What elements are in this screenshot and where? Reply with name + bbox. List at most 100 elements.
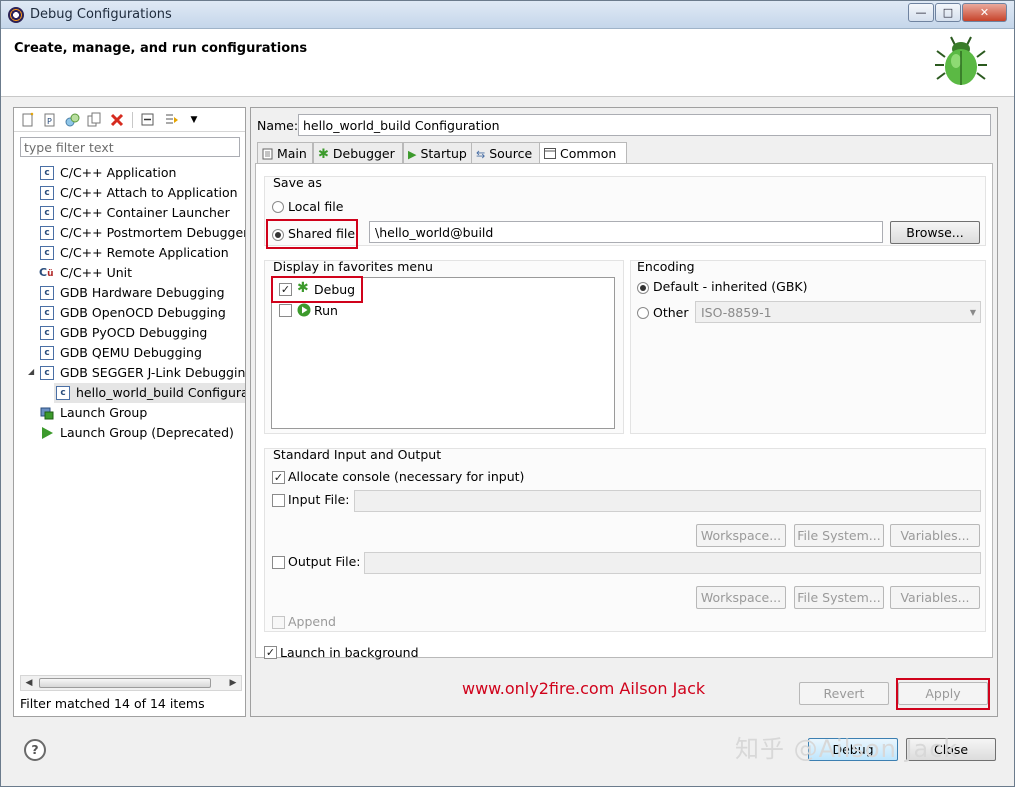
- tree-item-gdb-openocd[interactable]: c GDB OpenOCD Debugging: [14, 303, 245, 323]
- toolbar-separator: [132, 112, 133, 128]
- local-file-radio[interactable]: [272, 201, 284, 213]
- c-file-icon: c: [40, 286, 54, 300]
- view-menu-icon[interactable]: ▼: [186, 112, 202, 128]
- close-window-button[interactable]: ✕: [962, 3, 1007, 22]
- run-favorite-checkbox[interactable]: [279, 304, 292, 317]
- duplicate-icon[interactable]: [86, 112, 102, 128]
- encoding-title: Encoding: [637, 259, 695, 274]
- c-file-icon: c: [40, 206, 54, 220]
- input-file-label: Input File:: [288, 492, 350, 507]
- input-workspace-button[interactable]: Workspace...: [696, 524, 786, 547]
- common-tab-body: Save as Local file Shared file: \hello_w…: [255, 163, 993, 660]
- maximize-button[interactable]: □: [935, 3, 961, 22]
- dialog-header-title: Create, manage, and run configurations: [14, 41, 308, 56]
- collapse-all-icon[interactable]: [140, 112, 156, 128]
- filter-input[interactable]: type filter text: [20, 137, 240, 157]
- tree-item-label: C/C++ Postmortem Debugger: [60, 225, 245, 240]
- launch-background-label: Launch in background: [280, 645, 419, 660]
- tab-source[interactable]: ⇆ Source: [471, 142, 541, 164]
- debug-bug-icon: [935, 36, 987, 85]
- config-editor-panel: Name: hello_world_build Configuration Ma…: [250, 107, 998, 717]
- expand-arrow-icon[interactable]: ◢: [28, 367, 34, 376]
- allocate-console-label: Allocate console (necessary for input): [288, 469, 525, 484]
- other-encoding-value: ISO-8859-1: [701, 305, 772, 320]
- tree-item-cpp-remote[interactable]: c C/C++ Remote Application: [14, 243, 245, 263]
- browse-button[interactable]: Browse...: [890, 221, 980, 244]
- delete-icon[interactable]: [109, 112, 125, 128]
- tree-item-gdb-qemu[interactable]: c GDB QEMU Debugging: [14, 343, 245, 363]
- append-checkbox[interactable]: [272, 616, 285, 629]
- c-file-icon: c: [40, 346, 54, 360]
- highlight-box: [896, 678, 990, 710]
- shared-file-input[interactable]: \hello_world@build: [369, 221, 883, 243]
- help-icon[interactable]: ?: [24, 739, 46, 761]
- output-workspace-button[interactable]: Workspace...: [696, 586, 786, 609]
- scrollbar-thumb[interactable]: [39, 678, 211, 688]
- tree-item-launch-group[interactable]: Launch Group: [14, 403, 245, 423]
- tree-item-gdb-segger-jlink[interactable]: ◢ c GDB SEGGER J-Link Debugging: [14, 363, 245, 383]
- tree-item-cpp-postmortem[interactable]: c C/C++ Postmortem Debugger: [14, 223, 245, 243]
- config-tabs: Main ✱ Debugger ▶ Startup ⇆ Source Commo…: [255, 142, 993, 165]
- minimize-button[interactable]: —: [908, 3, 934, 22]
- other-encoding-label: Other: [653, 305, 689, 320]
- zhihu-watermark: 知乎 @Ailson Jack: [735, 735, 959, 763]
- tree-item-cpp-container[interactable]: c C/C++ Container Launcher: [14, 203, 245, 223]
- launch-background-checkbox[interactable]: ✓: [264, 646, 277, 659]
- tree-item-launch-group-deprecated[interactable]: Launch Group (Deprecated): [14, 423, 245, 443]
- export-icon[interactable]: [64, 112, 80, 128]
- new-prototype-icon[interactable]: P: [42, 112, 58, 128]
- other-encoding-radio[interactable]: [637, 307, 649, 319]
- allocate-console-checkbox[interactable]: ✓: [272, 471, 285, 484]
- run-icon: [42, 427, 53, 439]
- default-encoding-radio[interactable]: [637, 282, 649, 294]
- tree-item-gdb-hardware[interactable]: c GDB Hardware Debugging: [14, 283, 245, 303]
- output-file-checkbox[interactable]: [272, 556, 285, 569]
- tree-item-cpp-unit[interactable]: Cü C/C++ Unit: [14, 263, 245, 283]
- c-file-icon: c: [40, 366, 54, 380]
- c-file-icon: c: [40, 246, 54, 260]
- tab-debugger[interactable]: ✱ Debugger: [313, 142, 403, 164]
- tree-item-cpp-application[interactable]: c C/C++ Application: [14, 163, 245, 183]
- favorites-title: Display in favorites menu: [273, 259, 433, 274]
- input-file-field[interactable]: [354, 490, 981, 512]
- tree-item-label: GDB Hardware Debugging: [60, 285, 225, 300]
- tree-item-cpp-attach[interactable]: c C/C++ Attach to Application: [14, 183, 245, 203]
- save-as-title: Save as: [273, 175, 322, 190]
- cu-unit-icon: Cü: [39, 266, 54, 279]
- tree-item-hello-world-config[interactable]: c hello_world_build Configuration: [54, 383, 245, 403]
- revert-button[interactable]: Revert: [799, 682, 889, 705]
- tab-label: Startup: [420, 146, 467, 161]
- other-encoding-select[interactable]: ISO-8859-1 ▼: [695, 301, 981, 323]
- favorites-list: ✓ ✱ Debug Run: [271, 276, 615, 429]
- output-file-field[interactable]: [364, 552, 981, 574]
- tree-item-label: GDB SEGGER J-Link Debugging: [60, 365, 245, 380]
- input-file-checkbox[interactable]: [272, 494, 285, 507]
- input-filesystem-button[interactable]: File System...: [794, 524, 884, 547]
- save-as-group: Save as Local file Shared file: \hello_w…: [264, 175, 986, 249]
- tree-item-gdb-pyocd[interactable]: c GDB PyOCD Debugging: [14, 323, 245, 343]
- output-variables-button[interactable]: Variables...: [890, 586, 980, 609]
- config-name-input[interactable]: hello_world_build Configuration: [298, 114, 991, 136]
- tree-horizontal-scrollbar[interactable]: ◀ ▶: [20, 675, 242, 691]
- scroll-right-arrow-icon[interactable]: ▶: [226, 676, 240, 690]
- encoding-group: Encoding Default - inherited (GBK) Other…: [630, 259, 986, 434]
- tree-item-label: GDB OpenOCD Debugging: [60, 305, 226, 320]
- tab-main[interactable]: Main: [257, 142, 313, 164]
- local-file-label: Local file: [288, 199, 344, 214]
- debug-configurations-window: Debug Configurations — □ ✕ Create, manag…: [0, 0, 1015, 787]
- scroll-left-arrow-icon[interactable]: ◀: [22, 676, 36, 690]
- tree-item-label: C/C++ Application: [60, 165, 177, 180]
- filter-icon[interactable]: [164, 112, 180, 128]
- default-encoding-label: Default - inherited (GBK): [653, 279, 808, 294]
- tree-item-label: GDB PyOCD Debugging: [60, 325, 208, 340]
- tab-label: Common: [559, 146, 617, 161]
- input-variables-button[interactable]: Variables...: [890, 524, 980, 547]
- new-launch-config-icon[interactable]: [20, 112, 36, 128]
- stdio-group: Standard Input and Output ✓ Allocate con…: [264, 447, 986, 632]
- launch-config-list-panel: P ▼ type filter text c C/C++ Application…: [13, 107, 246, 717]
- title-bar: Debug Configurations — □ ✕: [1, 1, 1014, 29]
- tree-item-label: Launch Group: [60, 405, 148, 420]
- output-file-label: Output File:: [288, 554, 361, 569]
- tab-common[interactable]: Common: [539, 142, 627, 165]
- output-filesystem-button[interactable]: File System...: [794, 586, 884, 609]
